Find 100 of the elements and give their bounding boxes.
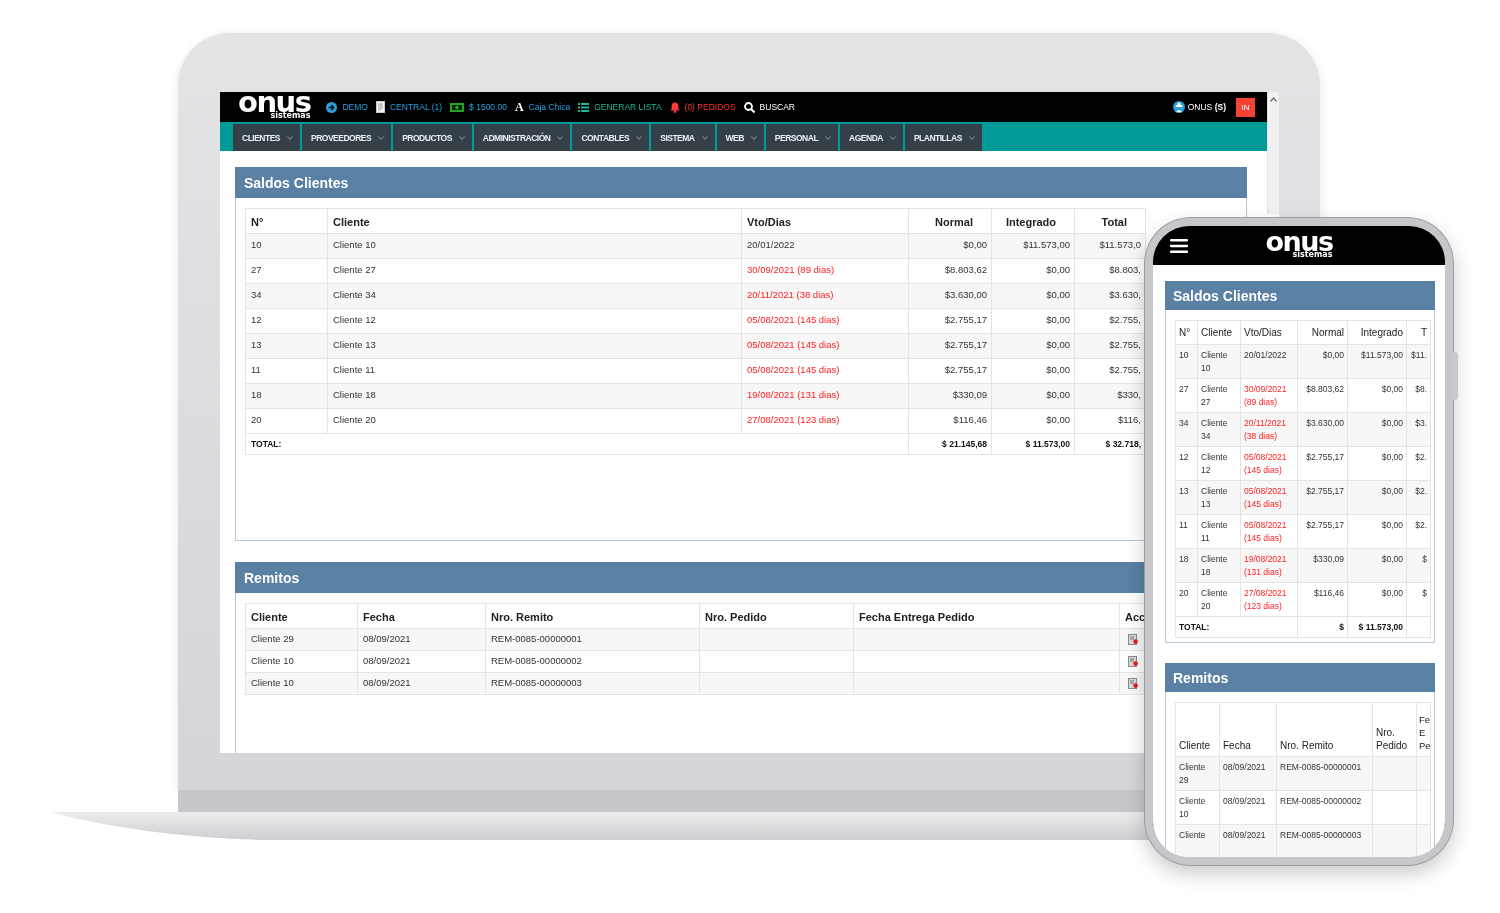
nav-menu-item[interactable]: ADMINISTRACIÓN [473, 124, 571, 151]
table-cell: 05/08/2021 (145 dias) [1240, 480, 1298, 515]
table-cell: $2.755,17 [908, 308, 992, 334]
user-menu[interactable]: ONUS (S) [1172, 101, 1226, 113]
table-cell: $2.755,17 [1297, 446, 1348, 481]
table-cell: $2. [1406, 514, 1431, 549]
table-cell: 12 [1175, 446, 1198, 481]
file-icon[interactable] [1127, 678, 1138, 689]
caret-up-icon[interactable] [1270, 97, 1277, 102]
table-cell: Cliente 10 [1197, 344, 1241, 379]
column-header: Nro. Pedido [1372, 702, 1417, 757]
table-cell: REM-0085-00000002 [1276, 790, 1373, 825]
table-cell: $0,00 [991, 258, 1075, 284]
petty-cash-link[interactable]: A Caja Chica [514, 101, 571, 113]
table-cell: 30/09/2021 (89 dias) [741, 258, 909, 284]
table-cell: Cliente 29 [1175, 756, 1220, 791]
table-cell: REM-0085-00000003 [1276, 824, 1373, 857]
panel-header: Saldos Clientes [1165, 281, 1435, 310]
caret-down-icon [378, 135, 385, 140]
table-cell: 08/09/2021 [357, 650, 486, 673]
table-cell: 20/11/2021 (38 dias) [741, 283, 909, 309]
total-label: TOTAL: [1175, 616, 1298, 638]
search-link[interactable]: BUSCAR [743, 101, 795, 113]
table-cell: 05/08/2021 (145 dias) [741, 308, 909, 334]
caret-down-icon [825, 135, 832, 140]
scrollbar[interactable] [1267, 92, 1279, 214]
table-cell: 08/09/2021 [1219, 790, 1277, 825]
bell-icon [669, 101, 680, 113]
table-cell: 13 [245, 333, 328, 359]
table-cell: $0,00 [1347, 514, 1407, 549]
document-icon [376, 101, 385, 113]
branch-link[interactable]: CENTRAL (1) [376, 101, 443, 113]
table-cell: Cliente 18 [1197, 548, 1241, 583]
table-cell: 18 [245, 383, 328, 409]
nav-menu-item[interactable]: CLIENTES [233, 124, 301, 151]
table-cell: $0,00 [991, 308, 1075, 334]
table-cell: $0,00 [1347, 548, 1407, 583]
logo-tagline: sistemas [270, 111, 311, 120]
table-cell: $116,46 [1297, 582, 1348, 617]
total-value: $ 11.573,00 [991, 433, 1075, 455]
column-header: Cliente [1197, 320, 1241, 345]
column-header: Normal [908, 208, 992, 234]
nav-menu-item[interactable]: AGENDA [840, 124, 903, 151]
nav-menu-item[interactable]: PLANTILLAS [904, 124, 982, 151]
table-cell: 05/08/2021 (145 dias) [1240, 514, 1298, 549]
file-icon[interactable] [1127, 634, 1138, 645]
file-icon[interactable] [1127, 656, 1138, 667]
nav-menu-item[interactable]: SISTEMA [651, 124, 715, 151]
logo-wordmark: onus [1265, 232, 1333, 250]
column-header: Vto/Dias [1240, 320, 1298, 345]
total-value: $ [1297, 616, 1348, 638]
table-cell: 34 [245, 283, 328, 309]
table-cell: 30/09/2021 (89 dias) [1240, 378, 1298, 413]
column-header: Integrado [1347, 320, 1407, 345]
table-cell: REM-0085-00000002 [485, 650, 700, 673]
table-cell: $2.755,17 [908, 358, 992, 384]
table-cell: $116,46 [908, 408, 992, 434]
column-header: T [1406, 320, 1431, 345]
table-cell: Cliente 11 [327, 358, 742, 384]
table-cell: $11.573,00 [991, 233, 1075, 259]
list-icon [578, 102, 590, 112]
table-cell: 05/08/2021 (145 dias) [1240, 446, 1298, 481]
generate-list-link[interactable]: GENERAR LISTA [578, 102, 662, 112]
menu-icon[interactable] [1170, 238, 1188, 253]
demo-link[interactable]: DEMO [326, 101, 368, 113]
total-value: $ 11.573,00 [1347, 616, 1407, 638]
nav-menu-item[interactable]: CONTABLES [572, 124, 650, 151]
column-header: N° [245, 208, 328, 234]
table-cell: $0,00 [991, 408, 1075, 434]
column-header: Fecha [357, 603, 486, 629]
table-cell: 20/11/2021 (38 dias) [1240, 412, 1298, 447]
table-cell: 11 [245, 358, 328, 384]
table-cell: $11.573,00 [1347, 344, 1407, 379]
table-cell: 05/08/2021 (145 dias) [741, 358, 909, 384]
table-cell: 10 [245, 233, 328, 259]
table-cell: Cliente 20 [1197, 582, 1241, 617]
caret-down-icon [287, 135, 294, 140]
table-cell: $0,00 [991, 333, 1075, 359]
orders-link[interactable]: (0) PEDIDOS [669, 101, 736, 113]
column-header: N° [1175, 320, 1198, 345]
table-cell: $0,00 [991, 283, 1075, 309]
table-cell: Cliente 13 [327, 333, 742, 359]
table-cell: Cliente 27 [327, 258, 742, 284]
balance-link[interactable]: $ 1500.00 [450, 102, 507, 112]
banknote-icon [450, 102, 465, 112]
column-header: Cliente [245, 603, 358, 629]
table-cell: 34 [1175, 412, 1198, 447]
font-icon: A [514, 101, 524, 113]
table-cell: 27/08/2021 (123 dias) [1240, 582, 1298, 617]
column-header: Total [1074, 208, 1146, 234]
nav-menu-item[interactable]: PERSONAL [765, 124, 839, 151]
initials-button[interactable]: IN [1236, 97, 1255, 117]
table-cell: $0,00 [991, 358, 1075, 384]
table-cell: $0,00 [1347, 412, 1407, 447]
nav-menu-item[interactable]: PRODUCTOS [393, 124, 472, 151]
nav-menu-item[interactable]: WEB [716, 124, 764, 151]
column-header: Vto/Dias [741, 208, 909, 234]
table-cell: Cliente 20 [327, 408, 742, 434]
nav-menu-item[interactable]: PROVEEDORES [302, 124, 392, 151]
caret-down-icon [701, 135, 708, 140]
